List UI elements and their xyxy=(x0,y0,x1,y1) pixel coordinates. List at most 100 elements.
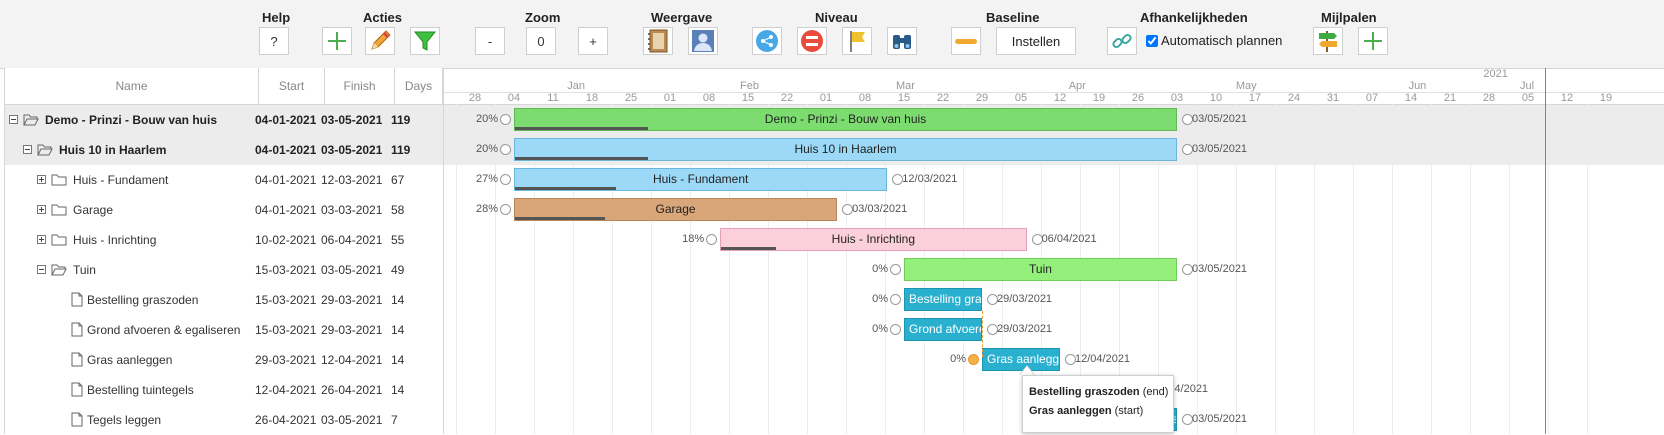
zoom-out-button[interactable]: - xyxy=(475,27,505,55)
column-header-finish[interactable]: Finish xyxy=(325,68,395,104)
dependency-button[interactable] xyxy=(1107,27,1137,55)
task-name[interactable]: Bestelling tuintegels xyxy=(87,375,255,405)
table-row[interactable]: Garage 04-01-2021 03-03-2021 58 xyxy=(5,195,443,225)
table-row[interactable]: Huis 10 in Haarlem 04-01-2021 03-05-2021 11… xyxy=(5,135,443,165)
start-link-handle[interactable] xyxy=(500,144,511,155)
day-label: 01 xyxy=(663,92,677,104)
view-notebook-button[interactable] xyxy=(643,27,673,55)
start-link-handle[interactable] xyxy=(890,324,901,335)
tooltip-arrow xyxy=(1019,365,1035,375)
expand-toggle-icon[interactable] xyxy=(37,205,46,214)
file-icon xyxy=(71,352,83,367)
progress-percent: 0% xyxy=(950,353,966,365)
column-header-start[interactable]: Start xyxy=(259,68,325,104)
expand-icon xyxy=(756,30,778,52)
collapse-toggle-icon[interactable] xyxy=(9,115,18,124)
end-date-label: 03/05/2021 xyxy=(1192,263,1248,275)
start-link-handle[interactable] xyxy=(890,264,901,275)
task-name[interactable]: Huis 10 in Haarlem xyxy=(59,135,255,165)
filter-button[interactable] xyxy=(410,27,440,55)
start-link-handle[interactable] xyxy=(890,294,901,305)
edit-task-button[interactable] xyxy=(365,27,395,55)
task-start: 15-03-2021 xyxy=(255,263,317,277)
task-start: 04-01-2021 xyxy=(255,173,317,187)
table-row[interactable]: Grond afvoeren & egaliseren 15-03-2021 29-… xyxy=(5,315,443,345)
task-name[interactable]: Grond afvoeren & egaliseren xyxy=(87,315,255,345)
task-bar[interactable]: Demo - Prinzi - Bouw van huis xyxy=(514,108,1177,131)
start-link-handle[interactable] xyxy=(968,354,979,365)
table-row[interactable]: Huis - Inrichting 10-02-2021 06-04-2021 55 xyxy=(5,225,443,255)
view-resources-button[interactable] xyxy=(688,27,718,55)
task-bar[interactable]: Bestelling graszoden xyxy=(904,288,982,311)
folder-icon xyxy=(51,204,67,216)
task-name[interactable]: Bestelling graszoden xyxy=(87,285,255,315)
milestone-sign-button[interactable] xyxy=(1313,27,1343,55)
table-row[interactable]: Gras aanleggen 29-03-2021 12-04-2021 14 xyxy=(5,345,443,375)
baseline-toggle-button[interactable] xyxy=(951,27,981,55)
day-label: 05 xyxy=(1014,92,1028,104)
task-start: 29-03-2021 xyxy=(255,353,317,367)
timescale-days: 21 28 04 11 18 25 01 08 15 22 01 08 15 22 29 05 12 19 26 03… xyxy=(444,92,1664,105)
add-task-button[interactable] xyxy=(322,27,352,55)
day-label: 17 xyxy=(1248,92,1262,104)
folder-icon xyxy=(51,174,67,186)
baseline-set-button[interactable]: Instellen xyxy=(996,27,1076,55)
table-row[interactable]: Demo - Prinzi - Bouw van huis 04-01-2021 0… xyxy=(5,105,443,135)
task-bar[interactable]: Huis 10 in Haarlem xyxy=(514,138,1177,161)
start-link-handle[interactable] xyxy=(500,114,511,125)
task-bar[interactable]: Huis - Fundament xyxy=(514,168,888,191)
expand-toggle-icon[interactable] xyxy=(37,235,46,244)
task-name[interactable]: Gras aanleggen xyxy=(87,345,255,375)
tooltip-from-anchor: (end) xyxy=(1142,386,1169,398)
task-finish: 03-05-2021 xyxy=(321,143,383,157)
progress-percent: 27% xyxy=(475,173,498,185)
day-label: 05 xyxy=(1521,92,1535,104)
table-row[interactable]: Tegels leggen 26-04-2021 03-05-2021 7 xyxy=(5,405,443,435)
zoom-in-button[interactable]: + xyxy=(578,27,608,55)
table-row[interactable]: Bestelling tuintegels 12-04-2021 26-04-202… xyxy=(5,375,443,405)
task-bar[interactable]: Garage xyxy=(514,198,838,221)
add-milestone-button[interactable] xyxy=(1358,27,1388,55)
auto-plan-checkbox[interactable] xyxy=(1146,34,1158,47)
table-row[interactable]: Bestelling graszoden 15-03-2021 29-03-2021… xyxy=(5,285,443,315)
day-label: 01 xyxy=(819,92,833,104)
task-finish: 12-03-2021 xyxy=(321,173,383,187)
month-label: Jul xyxy=(1520,80,1535,92)
help-button[interactable]: ? xyxy=(259,27,289,55)
start-link-handle[interactable] xyxy=(500,204,511,215)
task-name[interactable]: Demo - Prinzi - Bouw van huis xyxy=(45,105,255,135)
start-link-handle[interactable] xyxy=(500,174,511,185)
task-bar[interactable]: Grond afvoeren & egaliseren xyxy=(904,318,982,341)
level-flag-button[interactable] xyxy=(842,27,872,55)
task-bar[interactable]: Tuin xyxy=(904,258,1177,281)
auto-plan-toggle[interactable]: Automatisch plannen xyxy=(1146,33,1282,48)
task-name[interactable]: Tuin xyxy=(73,255,255,285)
task-bar[interactable]: Huis - Inrichting xyxy=(720,228,1027,251)
day-label: 12 xyxy=(1053,92,1067,104)
level-expand-button[interactable] xyxy=(752,27,782,55)
collapse-toggle-icon[interactable] xyxy=(23,145,32,154)
month-label: Jan xyxy=(567,80,586,92)
day-label: 08 xyxy=(858,92,872,104)
table-row[interactable]: Tuin 15-03-2021 03-05-2021 49 xyxy=(5,255,443,285)
progress-percent: 0% xyxy=(872,323,888,335)
group-title-weergave: Weergave xyxy=(651,10,713,25)
year-label: 2021 xyxy=(1483,68,1508,80)
task-name[interactable]: Garage xyxy=(73,195,255,225)
task-name[interactable]: Tegels leggen xyxy=(87,405,255,435)
start-link-handle[interactable] xyxy=(706,234,718,245)
expand-toggle-icon[interactable] xyxy=(37,175,46,184)
level-search-button[interactable] xyxy=(887,27,917,55)
zoom-level-value[interactable]: 0 xyxy=(526,27,556,55)
task-days: 55 xyxy=(391,233,405,247)
day-label: 19 xyxy=(1092,92,1106,104)
day-label: 03 xyxy=(1170,92,1184,104)
table-row[interactable]: Huis - Fundament 04-01-2021 12-03-2021 67 xyxy=(5,165,443,195)
task-name[interactable]: Huis - Fundament xyxy=(73,165,255,195)
level-collapse-button[interactable] xyxy=(797,27,827,55)
column-header-name[interactable]: Name xyxy=(5,68,259,104)
task-finish: 03-05-2021 xyxy=(321,263,383,277)
column-header-days[interactable]: Days xyxy=(395,68,443,104)
task-name[interactable]: Huis - Inrichting xyxy=(73,225,255,255)
collapse-toggle-icon[interactable] xyxy=(37,265,46,274)
